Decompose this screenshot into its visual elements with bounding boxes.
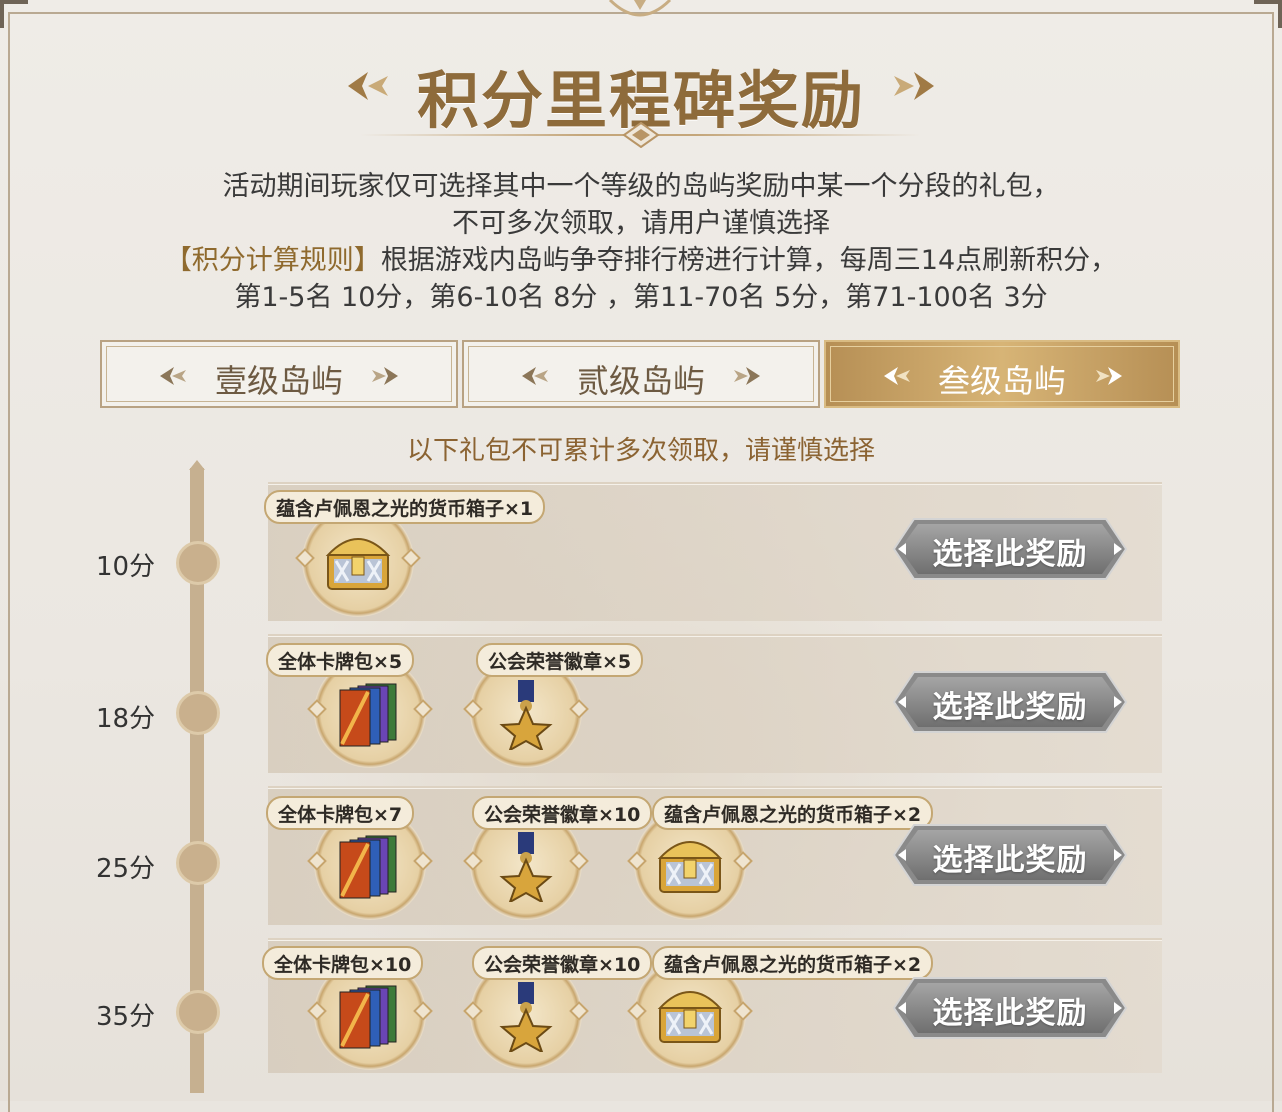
tier-points: 35分 [96,1002,156,1032]
title-right-arrow-icon [894,72,934,100]
chest-icon [657,841,723,893]
corner-ornament-left [0,0,28,28]
tier-points: 25分 [96,854,156,884]
rule-label: 【积分计算规则】 [164,245,381,276]
reward-name: 全体卡牌包×7 [266,796,415,830]
rule-text: 根据游戏内岛屿争夺排行榜进行计算，每周三14点刷新积分， [380,245,1118,276]
tab-label: 叁级岛屿 [937,362,1066,400]
timeline-node [176,541,220,585]
tab-label: 壹级岛屿 [214,362,343,400]
top-ornament [608,0,672,17]
reward-name: 蕴含卢佩恩之光的货币箱子×2 [652,796,934,830]
tier-points: 10分 [96,552,156,582]
timeline-cap-icon [189,460,205,470]
select-reward-label: 选择此奖励 [932,690,1088,725]
tab-island-level-1[interactable]: 壹级岛屿 [100,340,458,408]
divider-diamond-icon [622,122,660,148]
tab-island-level-3[interactable]: 叁级岛屿 [824,340,1180,408]
card-pack-icon [339,835,397,899]
tab-right-arrow-icon [734,367,760,385]
chest-icon [325,538,391,590]
tab-right-arrow-icon [372,367,398,385]
title-block: 积分里程碑奖励 [0,40,1282,148]
select-reward-button[interactable]: 选择此奖励 [892,670,1128,734]
timeline-node [176,841,220,885]
tab-label: 贰级岛屿 [576,362,705,400]
reward-name: 公会荣誉徽章×10 [472,946,653,980]
select-reward-button[interactable]: 选择此奖励 [892,823,1128,887]
reward-name: 蕴含卢佩恩之光的货币箱子×1 [264,490,546,524]
chest-icon [657,991,723,1043]
select-reward-button[interactable]: 选择此奖励 [892,976,1128,1040]
timeline-node [176,990,220,1034]
desc-line-2: 不可多次领取，请用户谨慎选择 [452,208,830,239]
card-pack-icon [339,985,397,1049]
desc-line-4: 第1-5名 10分，第6-10名 8分 ，第11-70名 5分，第71-100名… [234,282,1048,313]
tab-right-arrow-icon [1096,367,1122,385]
medal-icon [499,680,553,750]
desc-rule-line: 【积分计算规则】根据游戏内岛屿争夺排行榜进行计算，每周三14点刷新积分， [0,242,1282,279]
tab-island-level-2[interactable]: 贰级岛屿 [462,340,820,408]
reward-name: 公会荣誉徽章×10 [472,796,653,830]
medal-icon [499,982,553,1052]
reward-name: 公会荣誉徽章×5 [476,643,644,677]
desc-line-1: 活动期间玩家仅可选择其中一个等级的岛屿奖励中某一个分段的礼包， [222,171,1060,202]
timeline-node [176,691,220,735]
select-reward-label: 选择此奖励 [932,537,1088,572]
select-reward-label: 选择此奖励 [932,996,1088,1031]
medal-icon [499,832,553,902]
select-reward-label: 选择此奖励 [932,843,1088,878]
select-reward-button[interactable]: 选择此奖励 [892,517,1128,581]
corner-ornament-right [1254,0,1282,28]
reward-name: 蕴含卢佩恩之光的货币箱子×2 [652,946,934,980]
reward-name: 全体卡牌包×5 [266,643,415,677]
card-pack-icon [339,683,397,747]
tier-points: 18分 [96,704,156,734]
reward-name: 全体卡牌包×10 [262,946,424,980]
